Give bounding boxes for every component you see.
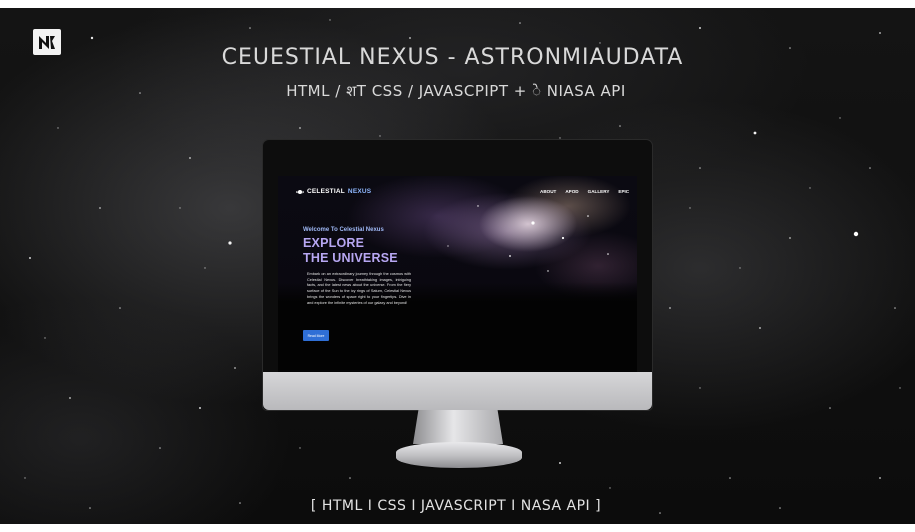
- monitor-chin: [263, 372, 652, 410]
- tech-stack-footer: [ HTML I CSS I JAVASCRIPT I NASA API ]: [310, 498, 602, 514]
- site-brand[interactable]: CELESTIAL NEXUS: [296, 188, 371, 195]
- nav-item-epic[interactable]: EPIC: [618, 189, 629, 194]
- hero-headline-line1: EXPLORE: [303, 236, 365, 250]
- monitor-stand-neck: [413, 410, 503, 444]
- read-more-button[interactable]: Read More: [303, 330, 329, 341]
- hero-body-text: Embark on an extraordinary journey throu…: [307, 272, 411, 305]
- hero-headline-line2: THE UNIVERSE: [303, 251, 398, 265]
- planet-icon: [296, 189, 304, 194]
- hero-headline: EXPLORE THE UNIVERSE: [303, 236, 398, 266]
- nav-item-apod[interactable]: APOD: [565, 189, 578, 194]
- brand-suffix: NEXUS: [347, 188, 372, 195]
- nav-item-about[interactable]: ABOUT: [540, 189, 556, 194]
- monitor-stand-base: [396, 442, 522, 468]
- site-nav: ABOUT APOD GALLERY EPIC: [540, 189, 629, 194]
- brand-prefix: CELESTIAL: [307, 188, 345, 195]
- nav-item-gallery[interactable]: GALLERY: [588, 189, 610, 194]
- banner-title: CEUESTIAL NEXUS - ASTRONMIAUDATA: [221, 45, 684, 70]
- monitor-screen: CELESTIAL NEXUS ABOUT APOD GALLERY EPIC W…: [278, 176, 637, 372]
- banner-subtitle: HTML / शT CSS / JAVASCPIPT + े NIASA API: [286, 82, 626, 100]
- hero-kicker: Welcome To Celestial Nexus: [303, 227, 384, 233]
